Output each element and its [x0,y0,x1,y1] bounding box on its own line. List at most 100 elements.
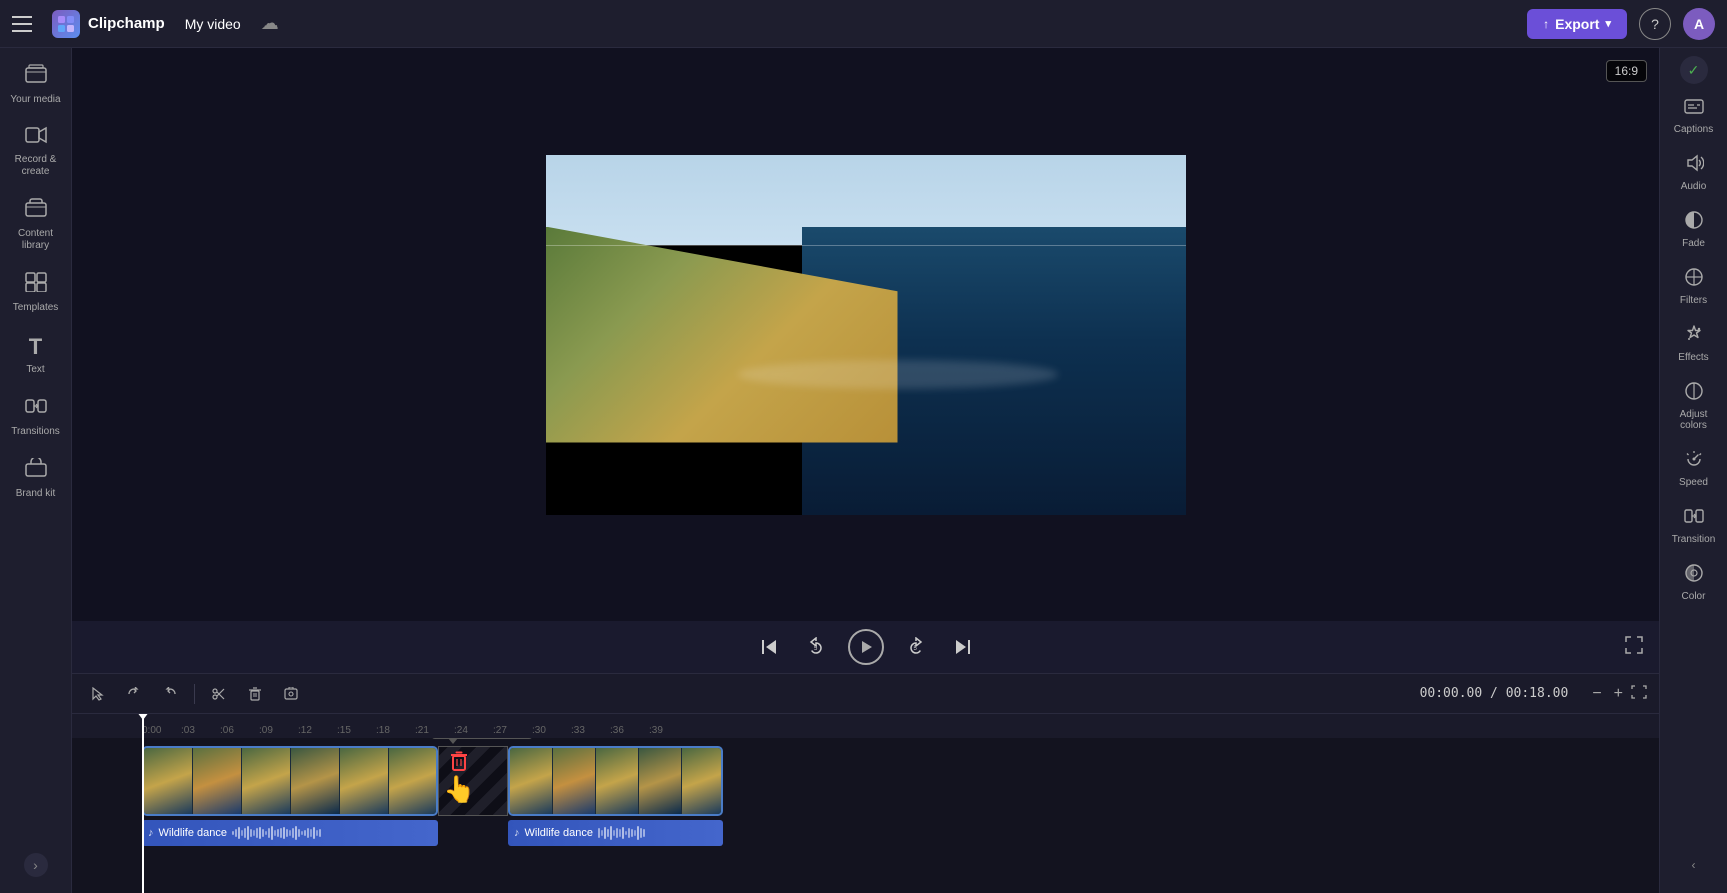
skip-to-start-button[interactable] [754,632,784,662]
captions-label: Captions [1674,124,1713,135]
right-tool-fade[interactable]: Fade [1664,202,1724,257]
main-area: Your media Record &create Contentlibrary [0,48,1727,893]
audio1-waveform [232,825,432,841]
menu-button[interactable] [12,10,40,38]
fullscreen-button[interactable] [1625,636,1643,659]
zoom-out-button[interactable]: − [1588,683,1605,705]
audio1-music-icon: ♪ [148,827,154,839]
hand-pointer-cursor: 👆 [443,776,475,802]
zoom-in-button[interactable]: + [1610,683,1627,705]
sidebar-item-your-media[interactable]: Your media [4,56,68,114]
time-display: 00:00.00 / 00:18.00 [1420,686,1569,701]
ruler-mark-12: :36 [610,725,624,736]
gap-clip[interactable]: Delete this gap [438,746,508,816]
adjust-colors-icon [1684,381,1704,406]
logo-icon [52,10,80,38]
ruler-mark-6: :18 [376,725,390,736]
templates-icon [25,272,47,298]
confirm-badge[interactable]: ✓ [1680,56,1708,84]
ruler-mark-0: 0:00 [142,725,161,736]
right-tool-adjust-colors[interactable]: Adjustcolors [1664,373,1724,439]
cut-button[interactable] [205,680,233,708]
color-label: Color [1682,591,1706,602]
ruler-mark-1: :03 [181,725,195,736]
timeline-content: Delete this gap [72,738,1659,893]
sidebar-item-record[interactable]: Record &create [4,118,68,186]
playhead[interactable] [142,714,144,738]
right-sidebar-collapse-button[interactable]: ‹ [1682,853,1706,877]
your-media-icon [25,64,47,90]
right-tool-transition[interactable]: Transition [1664,498,1724,553]
brand-kit-icon [25,458,47,484]
right-tool-color[interactable]: Color [1664,555,1724,610]
video-clip-1[interactable] [142,746,438,816]
audio-label: Audio [1681,181,1707,192]
audio2-label: Wildlife dance [525,827,593,839]
ruler-mark-7: :21 [415,725,429,736]
sidebar-item-templates[interactable]: Templates [4,264,68,322]
redo-button[interactable] [156,680,184,708]
fade-label: Fade [1682,238,1705,249]
timeline-track-area: Delete this gap [72,738,1659,893]
right-tool-filters[interactable]: Filters [1664,259,1724,314]
user-avatar[interactable]: A [1683,8,1715,40]
save-frame-button[interactable] [277,680,305,708]
app-name: Clipchamp [88,15,165,32]
text-label: Text [26,364,44,376]
playback-controls: 5 5 [72,621,1659,673]
forward-5s-button[interactable]: 5 [900,631,932,663]
video-clip-2[interactable] [508,746,723,816]
transitions-label: Transitions [11,426,60,438]
captions-icon [1684,98,1704,121]
timeline-ruler: 0:00 :03 :06 :09 :12 :15 :18 :21 :24 :27… [72,714,1659,738]
project-title[interactable]: My video [177,12,249,36]
ruler-mark-4: :12 [298,725,312,736]
record-icon [25,126,47,150]
right-tool-audio[interactable]: Audio [1664,145,1724,200]
right-tool-speed[interactable]: Speed [1664,441,1724,496]
audio-icon [1684,153,1704,178]
content-library-label: Contentlibrary [18,228,53,252]
skip-to-end-button[interactable] [948,632,978,662]
save-indicator: ☁ [261,13,279,34]
center-panel: 16:9 5 [72,48,1659,893]
zoom-fit-button[interactable] [1631,685,1647,702]
right-tool-captions[interactable]: Captions [1664,90,1724,143]
zoom-controls: − + [1588,683,1647,705]
rewind-5s-button[interactable]: 5 [800,631,832,663]
templates-label: Templates [13,302,59,314]
select-tool-button[interactable] [84,680,112,708]
video-frame [546,155,1186,515]
video-preview-area: 16:9 [72,48,1659,621]
audio-clip-1[interactable]: ♪ Wildlife dance [142,820,438,846]
transition-label: Transition [1672,534,1716,545]
audio2-music-icon: ♪ [514,827,520,839]
ruler-mark-2: :06 [220,725,234,736]
sidebar-item-transitions[interactable]: Transitions [4,388,68,446]
sidebar-item-text[interactable]: T Text [4,326,68,384]
help-button[interactable]: ? [1639,8,1671,40]
aspect-ratio-badge[interactable]: 16:9 [1606,60,1647,82]
audio-clip-2[interactable]: ♪ Wildlife dance [508,820,723,846]
sidebar-expand-button[interactable]: › [24,853,48,877]
svg-text:5: 5 [814,646,818,652]
sidebar-item-brand-kit[interactable]: Brand kit [4,450,68,508]
undo-button[interactable] [120,680,148,708]
ruler-mark-11: :33 [571,725,585,736]
svg-text:5: 5 [913,646,917,652]
ruler-mark-9: :27 [493,725,507,736]
delete-button[interactable] [241,680,269,708]
effects-icon [1684,324,1704,349]
right-sidebar: ✓ Captions Audio [1659,48,1727,893]
transitions-icon [25,396,47,422]
export-button[interactable]: ↑ Export ▾ [1527,9,1627,39]
ruler-mark-10: :30 [532,725,546,736]
play-button[interactable] [848,629,884,665]
ruler-mark-13: :39 [649,725,663,736]
delete-gap-cursor: 👆 [443,751,475,802]
timeline: 00:00.00 / 00:18.00 − + [72,673,1659,893]
sidebar-item-content-library[interactable]: Contentlibrary [4,190,68,260]
right-tool-effects[interactable]: Effects [1664,316,1724,371]
filters-label: Filters [1680,295,1707,306]
left-sidebar: Your media Record &create Contentlibrary [0,48,72,893]
